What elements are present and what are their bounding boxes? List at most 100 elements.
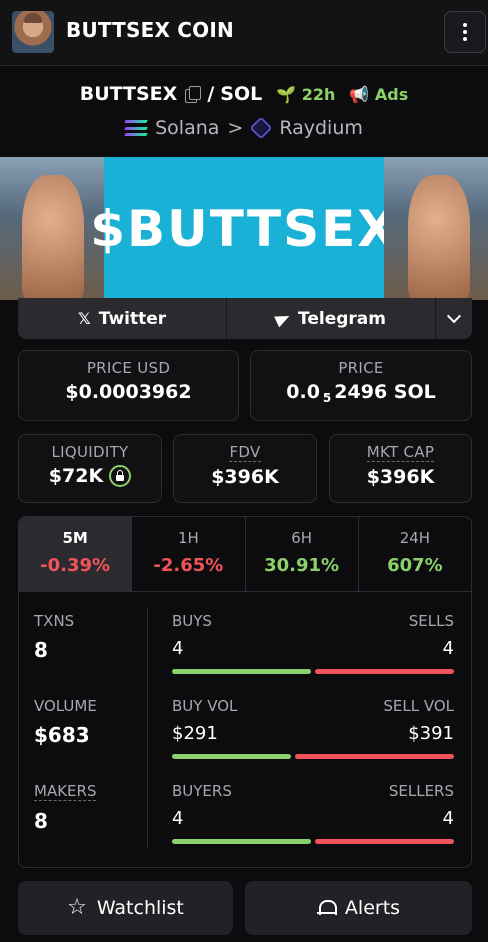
- pair-separator: /: [207, 83, 215, 105]
- volume-value: $683: [34, 723, 90, 747]
- stats-panel: 5M -0.39% 1H -2.65% 6H 30.91% 24H 607% T…: [18, 516, 472, 868]
- chain-name[interactable]: Solana: [155, 117, 219, 139]
- makers-label[interactable]: MAKERS: [34, 782, 97, 801]
- ads-link[interactable]: 📢 Ads: [349, 85, 408, 104]
- tab-change: 30.91%: [264, 555, 340, 576]
- menu-button[interactable]: [444, 11, 486, 53]
- tab-change: -0.39%: [40, 555, 111, 576]
- ads-label: Ads: [374, 84, 409, 104]
- price-usd-label: PRICE USD: [86, 359, 171, 377]
- tab-change: 607%: [387, 555, 443, 576]
- x-icon: 𝕏: [77, 309, 91, 328]
- tab-label: 6H: [291, 529, 313, 547]
- mktcap-value: $396K: [366, 466, 435, 488]
- chevron-down-icon: [446, 308, 462, 323]
- raydium-icon: [250, 116, 273, 140]
- banner-image-left: [0, 157, 104, 300]
- buyers-value: 4: [172, 808, 184, 829]
- buys-label: BUYS: [172, 612, 212, 630]
- banner-center: $BUTTSEX: [90, 157, 396, 300]
- tab-change: -2.65%: [153, 555, 224, 576]
- sells-label: SELLS: [408, 612, 454, 630]
- token-avatar: [12, 11, 54, 53]
- volume-metric: VOLUME $683: [34, 697, 97, 747]
- social-links: 𝕏 Twitter Telegram: [18, 298, 472, 339]
- chain-row: Solana > Raydium: [0, 114, 488, 142]
- lock-icon[interactable]: [109, 465, 132, 487]
- fdv-value: $396K: [211, 466, 279, 488]
- txns-metric: TXNS 8: [34, 612, 74, 662]
- token-banner: $BUTTSEX: [0, 157, 488, 300]
- chain-separator: >: [227, 117, 244, 139]
- watchlist-button[interactable]: ☆ Watchlist: [18, 881, 233, 935]
- tab-5m[interactable]: 5M -0.39%: [19, 517, 133, 591]
- tab-label: 1H: [177, 529, 199, 547]
- telegram-label: Telegram: [298, 308, 386, 329]
- price-native-unit: SOL: [393, 381, 436, 403]
- sell-vol-bar: [295, 754, 454, 759]
- more-links-button[interactable]: [436, 298, 472, 339]
- tab-label: 24H: [399, 529, 431, 547]
- pair-row: BUTTSEX / SOL 🌱 22h 📢 Ads: [0, 80, 488, 108]
- tab-6h[interactable]: 6H 30.91%: [246, 517, 359, 591]
- dex-name[interactable]: Raydium: [279, 117, 363, 139]
- txns-label: TXNS: [34, 612, 75, 630]
- star-icon: ☆: [67, 895, 87, 920]
- price-native-zeros: 5: [322, 391, 332, 405]
- price-native-value: 0.0 5 2496 SOL: [251, 381, 471, 405]
- watchlist-label: Watchlist: [96, 897, 184, 919]
- price-native-label: PRICE: [338, 359, 384, 377]
- tab-24h[interactable]: 24H 607%: [359, 517, 471, 591]
- buys-bar: [172, 669, 311, 674]
- bell-icon: [316, 899, 337, 917]
- liquidity-value: $72K: [48, 465, 104, 487]
- tab-1h[interactable]: 1H -2.65%: [132, 517, 246, 591]
- sellers-label: SELLERS: [388, 782, 454, 800]
- tab-label: 5M: [62, 529, 88, 547]
- buy-vol-label: BUY VOL: [172, 697, 238, 715]
- volume-split: BUY VOL SELL VOL $291 $391: [172, 697, 454, 759]
- txns-ratio-bar: [172, 669, 454, 674]
- buy-vol-value: $291: [172, 723, 218, 744]
- pair-age-value: 22h: [301, 84, 336, 104]
- price-usd-value: $0.0003962: [65, 381, 192, 403]
- stats-divider: [147, 609, 148, 849]
- telegram-button[interactable]: Telegram: [227, 298, 436, 339]
- twitter-label: Twitter: [98, 308, 167, 329]
- fdv-card: FDV $396K: [173, 434, 317, 503]
- pair-age: 🌱 22h: [276, 84, 336, 104]
- sellers-value: 4: [442, 808, 454, 829]
- mktcap-label[interactable]: MKT CAP: [366, 443, 435, 462]
- telegram-icon: [274, 310, 292, 327]
- twitter-button[interactable]: 𝕏 Twitter: [18, 298, 227, 339]
- sell-vol-label: SELL VOL: [383, 697, 454, 715]
- buys-value: 4: [172, 638, 184, 659]
- txns-split: BUYS SELLS 4 4: [172, 612, 454, 674]
- price-native-prefix: 0.0: [286, 381, 320, 403]
- fdv-label[interactable]: FDV: [229, 443, 261, 462]
- token-title: BUTTSEX COIN: [66, 18, 234, 42]
- buyers-label: BUYERS: [172, 782, 232, 800]
- volume-label: VOLUME: [34, 697, 97, 715]
- price-native-card: PRICE 0.0 5 2496 SOL: [250, 350, 472, 421]
- makers-ratio-bar: [172, 839, 454, 844]
- kebab-icon: [463, 23, 467, 41]
- volume-ratio-bar: [172, 754, 454, 759]
- pair-base: BUTTSEX: [79, 83, 178, 105]
- liquidity-card: LIQUIDITY $72K: [18, 434, 162, 503]
- makers-split: BUYERS SELLERS 4 4: [172, 782, 454, 844]
- alerts-label: Alerts: [344, 897, 401, 919]
- price-native-digits: 2496: [334, 381, 388, 403]
- makers-metric: MAKERS 8: [34, 782, 97, 833]
- copy-icon[interactable]: [185, 86, 202, 103]
- sell-vol-value: $391: [408, 723, 454, 744]
- timeframe-tabs: 5M -0.39% 1H -2.65% 6H 30.91% 24H 607%: [19, 517, 471, 592]
- price-usd-card: PRICE USD $0.0003962: [18, 350, 239, 421]
- mktcap-card: MKT CAP $396K: [329, 434, 472, 503]
- banner-image-right: [384, 157, 488, 300]
- banner-text: $BUTTSEX: [90, 199, 398, 258]
- top-bar: BUTTSEX COIN: [0, 0, 488, 66]
- alerts-button[interactable]: Alerts: [245, 881, 472, 935]
- liquidity-value-row: $72K: [19, 465, 161, 487]
- solana-icon: [124, 120, 148, 136]
